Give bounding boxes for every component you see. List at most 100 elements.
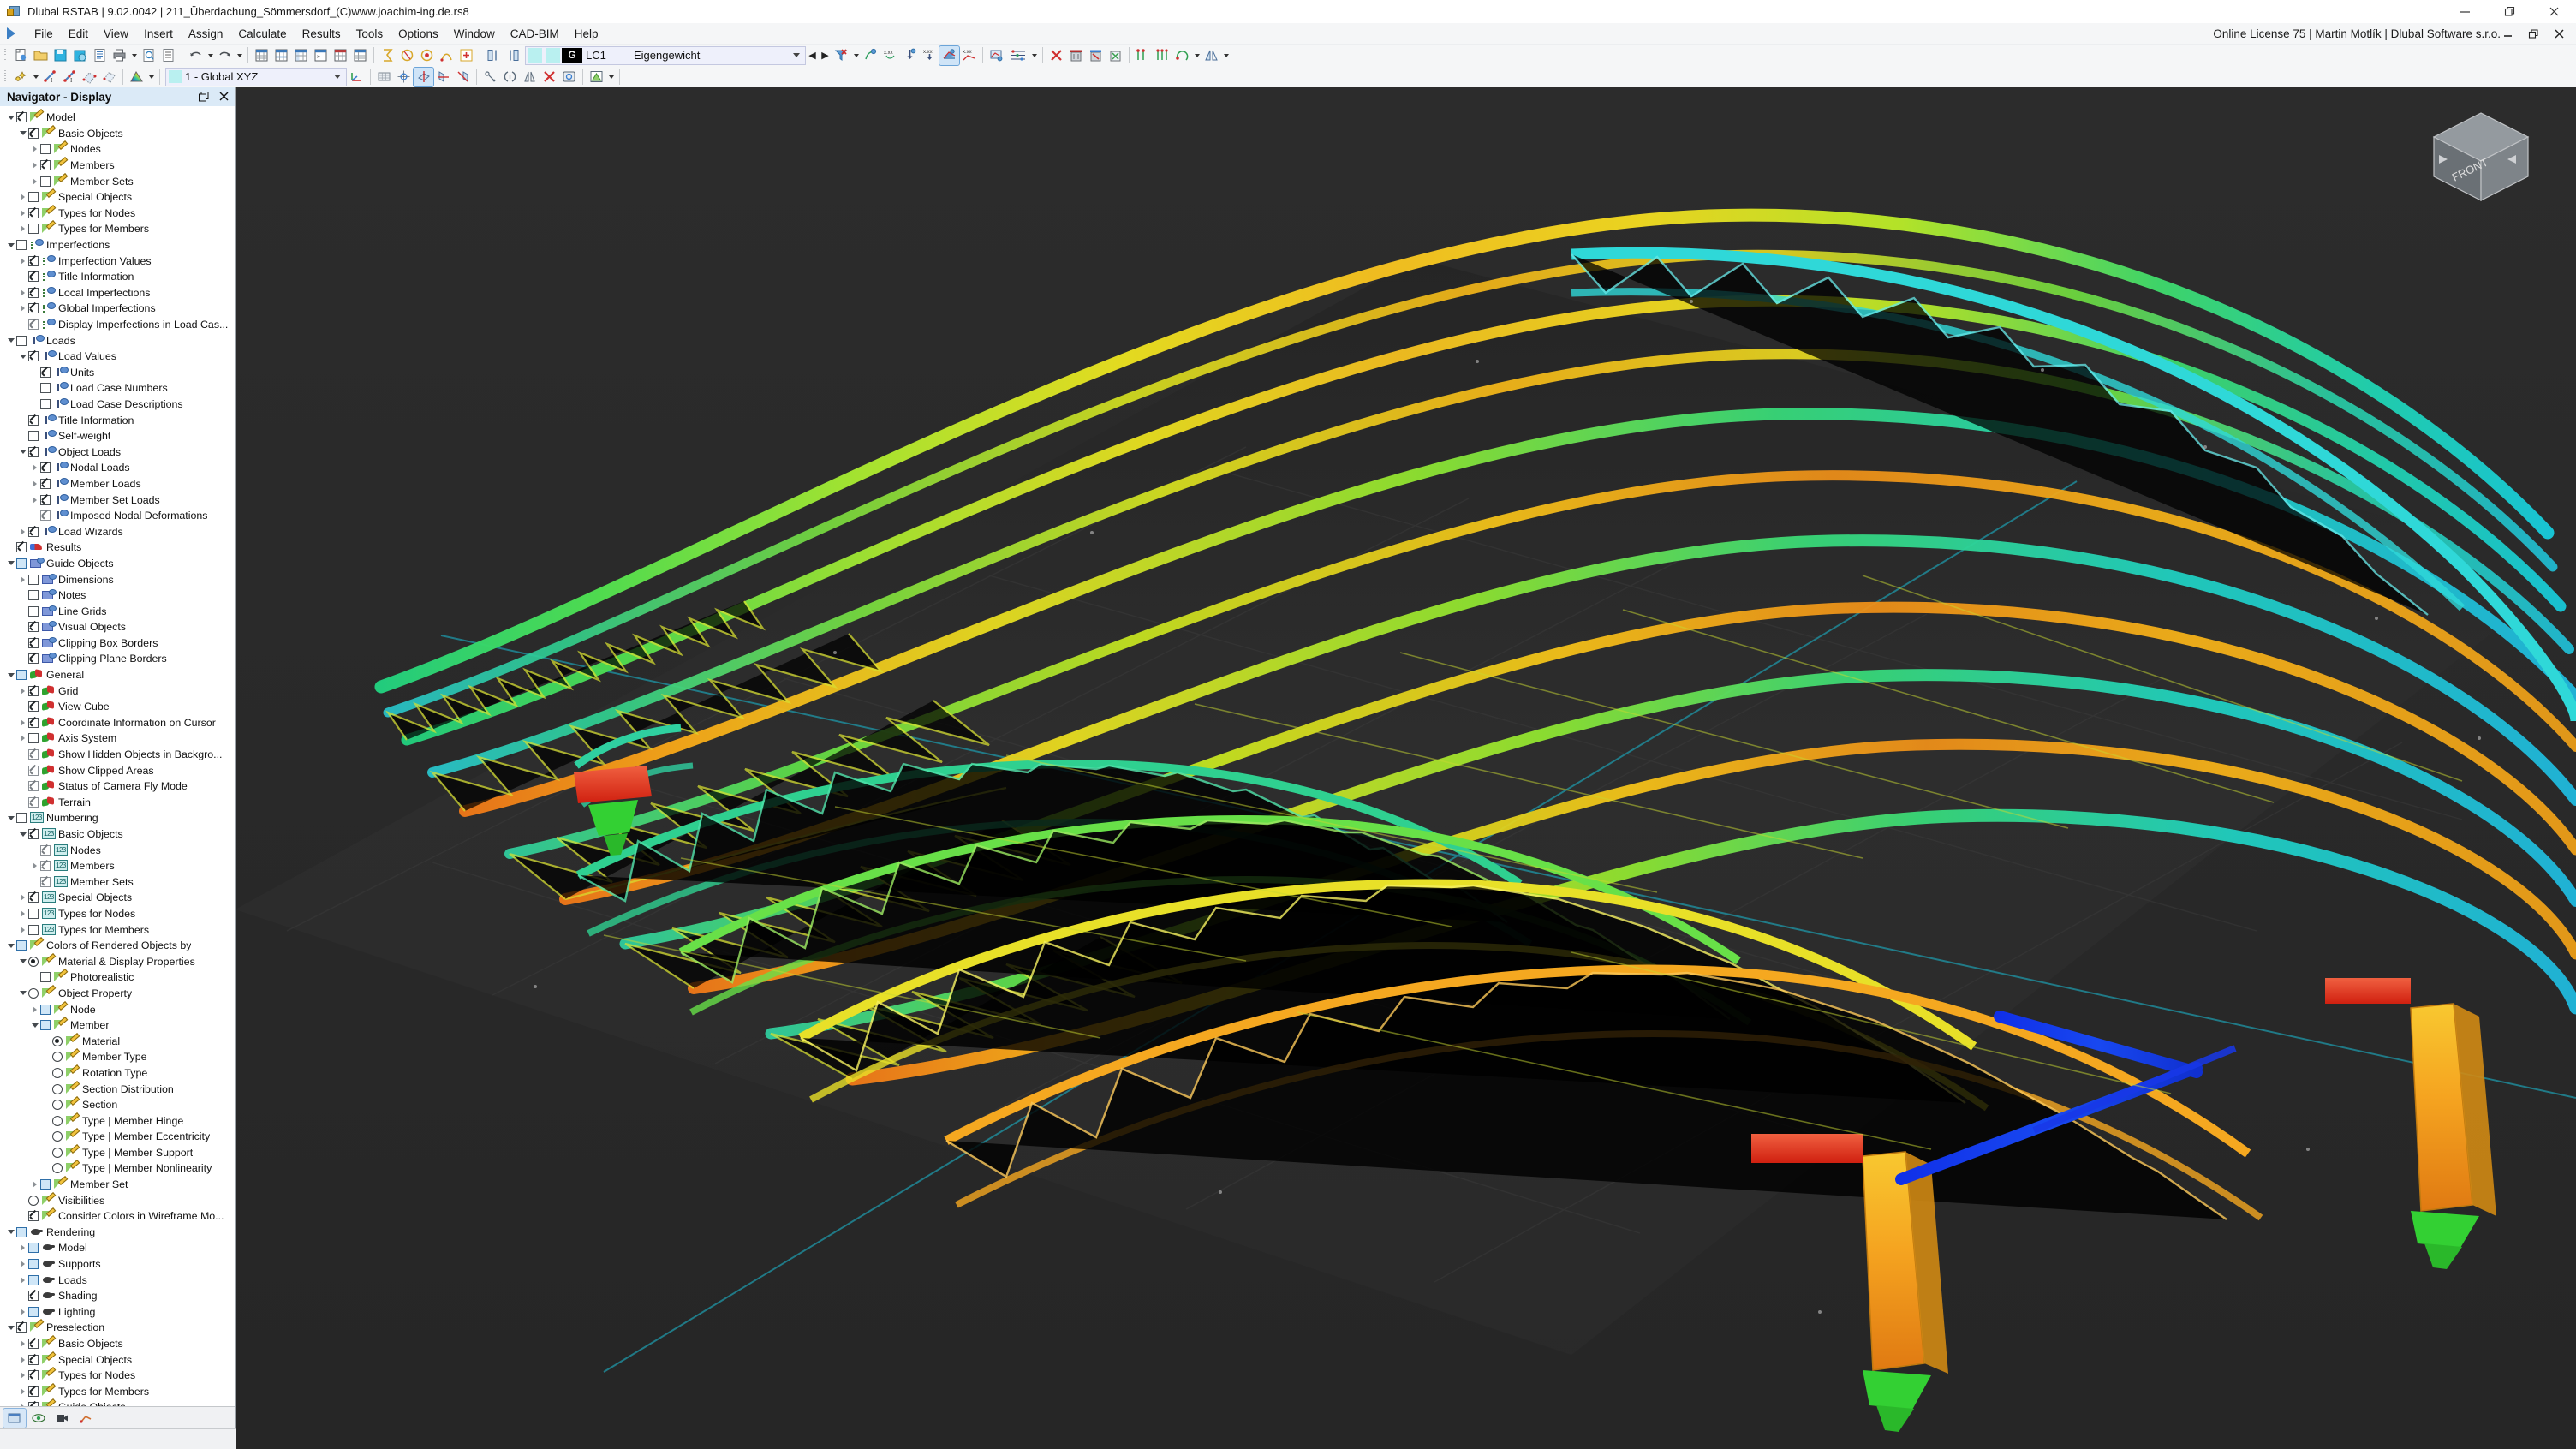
move-objects-button[interactable] bbox=[1133, 46, 1153, 65]
tree-item[interactable]: View Cube bbox=[2, 699, 235, 715]
object-snap-button[interactable] bbox=[480, 68, 500, 86]
table-settings-button[interactable] bbox=[350, 46, 370, 65]
tree-item[interactable]: Type | Member Support bbox=[2, 1145, 235, 1161]
user-coordinate-system-button[interactable] bbox=[347, 68, 367, 86]
tree-item[interactable]: Type | Member Nonlinearity bbox=[2, 1160, 235, 1177]
tree-item[interactable]: General bbox=[2, 667, 235, 683]
radio-button[interactable] bbox=[52, 1035, 63, 1046]
delete-object-button[interactable] bbox=[1046, 46, 1066, 65]
menu-item-window[interactable]: Window bbox=[446, 25, 503, 43]
checkbox[interactable] bbox=[28, 446, 39, 457]
checkbox[interactable] bbox=[28, 1306, 39, 1317]
table-results-button[interactable] bbox=[331, 46, 350, 65]
tree-item[interactable]: Basic Objects bbox=[2, 1336, 235, 1352]
next-load-case-button[interactable]: ▶ bbox=[819, 46, 832, 65]
chevron-right-icon[interactable] bbox=[17, 287, 28, 299]
navigator-tab-views[interactable] bbox=[51, 1409, 74, 1428]
tree-item[interactable]: Lighting bbox=[2, 1304, 235, 1321]
tree-item[interactable]: Member Type bbox=[2, 1049, 235, 1065]
chevron-down-icon[interactable] bbox=[5, 239, 16, 251]
chevron-right-icon[interactable] bbox=[17, 1369, 28, 1381]
tree-item[interactable]: Imperfection Values bbox=[2, 253, 235, 269]
checkbox[interactable] bbox=[40, 144, 51, 155]
chevron-right-icon[interactable] bbox=[29, 494, 40, 506]
tree-item[interactable]: Special Objects bbox=[2, 890, 235, 906]
checkbox[interactable] bbox=[28, 685, 39, 696]
delete-all-button[interactable] bbox=[1106, 46, 1125, 65]
navigator-tab-project[interactable] bbox=[3, 1407, 27, 1428]
chevron-right-icon[interactable] bbox=[29, 1178, 40, 1190]
chevron-right-icon[interactable] bbox=[17, 1354, 28, 1366]
menu-item-calculate[interactable]: Calculate bbox=[230, 25, 294, 43]
mirror-plane-button[interactable] bbox=[520, 68, 540, 86]
tree-item[interactable]: Shading bbox=[2, 1288, 235, 1304]
tree-item[interactable]: Member Sets bbox=[2, 173, 235, 189]
chevron-down-icon[interactable] bbox=[17, 828, 28, 840]
chevron-right-icon[interactable] bbox=[29, 860, 40, 872]
checkbox[interactable] bbox=[28, 1291, 39, 1302]
checkbox[interactable] bbox=[28, 781, 39, 792]
plane-yz-button[interactable] bbox=[453, 68, 473, 86]
chevron-down-icon[interactable] bbox=[5, 558, 16, 569]
deformation-display-button[interactable] bbox=[861, 46, 880, 65]
checkbox[interactable] bbox=[28, 526, 39, 537]
tree-item[interactable]: Type | Member Hinge bbox=[2, 1112, 235, 1129]
checkbox[interactable] bbox=[28, 749, 39, 760]
tree-item[interactable]: Members bbox=[2, 158, 235, 174]
checkbox[interactable] bbox=[28, 1274, 39, 1285]
result-values-dropdown-arrow[interactable] bbox=[1029, 46, 1039, 65]
chevron-down-icon[interactable] bbox=[17, 956, 28, 968]
checkbox[interactable] bbox=[40, 383, 51, 394]
chevron-down-icon[interactable] bbox=[17, 446, 28, 458]
checkbox[interactable] bbox=[28, 224, 39, 235]
doc-minimize-icon[interactable] bbox=[2501, 27, 2514, 41]
view-cube-widget[interactable]: FRONT bbox=[2425, 106, 2537, 207]
checkbox[interactable] bbox=[40, 844, 51, 856]
tree-item[interactable]: Member bbox=[2, 1017, 235, 1034]
show-loads-dropdown-arrow[interactable] bbox=[851, 46, 861, 65]
tree-item[interactable]: Nodes bbox=[2, 141, 235, 158]
coordinate-system-selector[interactable]: 1 - Global XYZ bbox=[165, 67, 347, 86]
tree-item[interactable]: Load Case Numbers bbox=[2, 380, 235, 397]
tree-item[interactable]: Imposed Nodal Deformations bbox=[2, 508, 235, 524]
tree-item[interactable]: Photorealistic bbox=[2, 969, 235, 986]
result-values-table-button[interactable] bbox=[1006, 46, 1029, 65]
navigator-tab-display[interactable] bbox=[27, 1409, 50, 1428]
chevron-down-icon[interactable] bbox=[788, 53, 805, 57]
new-node-dropdown-arrow[interactable] bbox=[31, 68, 40, 86]
nodal-support-reactions-button[interactable] bbox=[900, 46, 920, 65]
tree-item[interactable]: Title Information bbox=[2, 412, 235, 428]
tree-item[interactable]: Grid bbox=[2, 683, 235, 699]
chevron-down-icon[interactable] bbox=[17, 987, 28, 999]
toolbar-grip[interactable] bbox=[3, 69, 9, 85]
minimize-icon[interactable] bbox=[2442, 0, 2487, 23]
color-legend-button[interactable] bbox=[127, 68, 146, 86]
calculate-selected-button[interactable] bbox=[417, 46, 437, 65]
menu-item-tools[interactable]: Tools bbox=[349, 25, 391, 43]
calculate-button[interactable] bbox=[378, 46, 397, 65]
load-case-new-button[interactable] bbox=[484, 46, 504, 65]
chevron-right-icon[interactable] bbox=[17, 1274, 28, 1286]
radio-button[interactable] bbox=[52, 1131, 63, 1142]
chevron-right-icon[interactable] bbox=[17, 1386, 28, 1398]
tree-item[interactable]: Results bbox=[2, 540, 235, 556]
chevron-down-icon[interactable] bbox=[5, 111, 16, 123]
tree-item[interactable]: Dimensions bbox=[2, 571, 235, 587]
radio-button[interactable] bbox=[52, 1052, 63, 1063]
checkbox[interactable] bbox=[28, 1259, 39, 1270]
checkbox[interactable] bbox=[40, 398, 51, 409]
chevron-right-icon[interactable] bbox=[17, 1338, 28, 1350]
chevron-right-icon[interactable] bbox=[17, 891, 28, 903]
new-member-set-button[interactable]: I bbox=[60, 68, 80, 86]
tree-item[interactable]: Rendering bbox=[2, 1225, 235, 1241]
checkbox[interactable] bbox=[28, 1386, 39, 1397]
checkbox[interactable] bbox=[28, 319, 39, 331]
radio-button[interactable] bbox=[52, 1083, 63, 1094]
doc-restore-icon[interactable] bbox=[2526, 27, 2540, 41]
tree-item[interactable]: Special Objects bbox=[2, 1351, 235, 1368]
checkbox[interactable] bbox=[16, 335, 27, 346]
table-filter-button[interactable]: » bbox=[311, 46, 331, 65]
tree-item[interactable]: Types for Members bbox=[2, 221, 235, 237]
printout-report-button[interactable] bbox=[90, 46, 110, 65]
document-list-button[interactable] bbox=[158, 46, 178, 65]
